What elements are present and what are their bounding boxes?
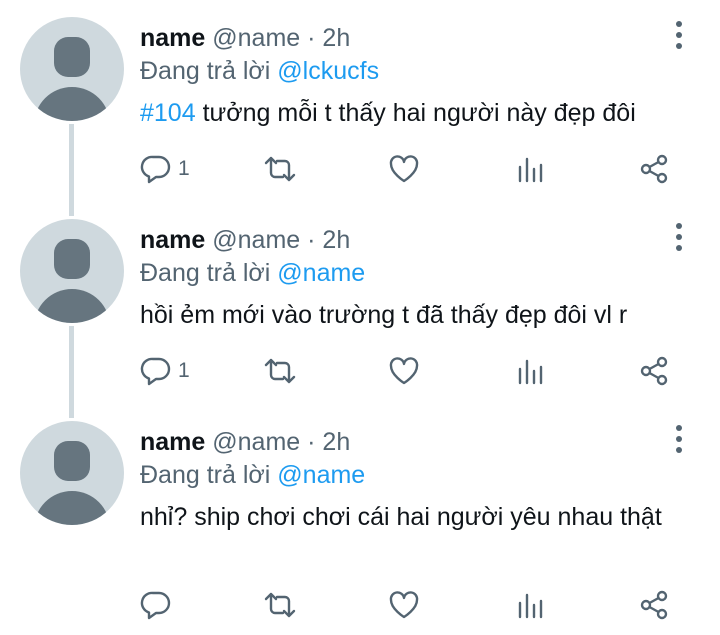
reply-button[interactable]: 1 [140,353,190,389]
views-button[interactable] [516,587,546,623]
avatar-head-shape [54,239,90,279]
views-button[interactable] [516,353,546,389]
retweet-button[interactable] [262,587,298,623]
share-icon [640,356,668,386]
more-vertical-icon[interactable] [672,21,686,55]
heart-icon [389,155,419,183]
tweet-body: hồi ẻm mới vào trường t đã thấy đẹp đôi … [140,301,628,329]
retweet-icon [264,358,296,384]
reply-context: Đang trả lời @name [140,459,365,491]
display-name[interactable]: name [140,226,205,254]
avatar-body-shape [34,289,110,323]
tweet-text: hồi ẻm mới vào trường t đã thấy đẹp đôi … [140,299,680,331]
tweet[interactable]: name @name · 2h Đang trả lời @name nhỉ? … [0,421,720,635]
tweet-header: name @name · 2h [140,224,350,256]
reply-context: Đang trả lời @name [140,257,365,289]
timestamp[interactable]: 2h [322,428,350,456]
analytics-icon [518,157,543,183]
tweet-body: tưởng mỗi t thấy hai người này đẹp đôi [202,99,636,127]
separator-dot: · [307,226,316,254]
display-name[interactable]: name [140,428,205,456]
share-icon [640,590,668,620]
more-vertical-icon[interactable] [672,223,686,257]
tweet-header: name @name · 2h [140,22,350,54]
tweet-body: nhỉ? ship chơi chơi cái hai người yêu nh… [140,503,662,531]
action-bar: 1 [140,151,700,187]
views-button[interactable] [516,151,546,187]
like-button[interactable] [388,353,420,389]
avatar-head-shape [54,441,90,481]
avatar-body-shape [34,87,110,121]
handle[interactable]: @name [212,428,300,456]
retweet-icon [264,592,296,618]
avatar[interactable] [20,17,124,121]
share-button[interactable] [638,353,670,389]
avatar[interactable] [20,219,124,323]
reply-prefix: Đang trả lời [140,57,271,85]
handle[interactable]: @name [212,24,300,52]
reply-count: 1 [178,359,190,382]
avatar-body-shape [34,491,110,525]
timestamp[interactable]: 2h [322,24,350,52]
tweet[interactable]: name @name · 2h Đang trả lời @lckucfs #1… [0,17,720,217]
reply-prefix: Đang trả lời [140,461,271,489]
heart-icon [389,591,419,619]
tweet-text: #104 tưởng mỗi t thấy hai người này đẹp … [140,97,680,129]
like-button[interactable] [388,151,420,187]
tweet[interactable]: name @name · 2h Đang trả lời @name hồi ẻ… [0,219,720,419]
reply-context: Đang trả lời @lckucfs [140,55,379,87]
reply-icon [140,155,171,184]
reply-button[interactable] [140,587,178,623]
separator-dot: · [307,428,316,456]
reply-count: 1 [178,157,190,180]
reply-mention-link[interactable]: @name [277,259,365,287]
retweet-button[interactable] [262,151,298,187]
retweet-button[interactable] [262,353,298,389]
reply-icon [140,357,171,386]
avatar[interactable] [20,421,124,525]
avatar-head-shape [54,37,90,77]
heart-icon [389,357,419,385]
more-vertical-icon[interactable] [672,425,686,459]
separator-dot: · [307,24,316,52]
reply-button[interactable]: 1 [140,151,190,187]
tweet-text: nhỉ? ship chơi chơi cái hai người yêu nh… [140,501,670,533]
display-name[interactable]: name [140,24,205,52]
reply-mention-link[interactable]: @lckucfs [277,57,379,85]
reply-icon [140,591,171,620]
action-bar: 1 [140,353,700,389]
analytics-icon [518,593,543,619]
share-icon [640,154,668,184]
share-button[interactable] [638,587,670,623]
reply-mention-link[interactable]: @name [277,461,365,489]
retweet-icon [264,156,296,182]
handle[interactable]: @name [212,226,300,254]
action-bar [140,587,700,623]
tweet-header: name @name · 2h [140,426,350,458]
reply-prefix: Đang trả lời [140,259,271,287]
share-button[interactable] [638,151,670,187]
hashtag-link[interactable]: #104 [140,99,196,127]
timestamp[interactable]: 2h [322,226,350,254]
like-button[interactable] [388,587,420,623]
analytics-icon [518,359,543,385]
